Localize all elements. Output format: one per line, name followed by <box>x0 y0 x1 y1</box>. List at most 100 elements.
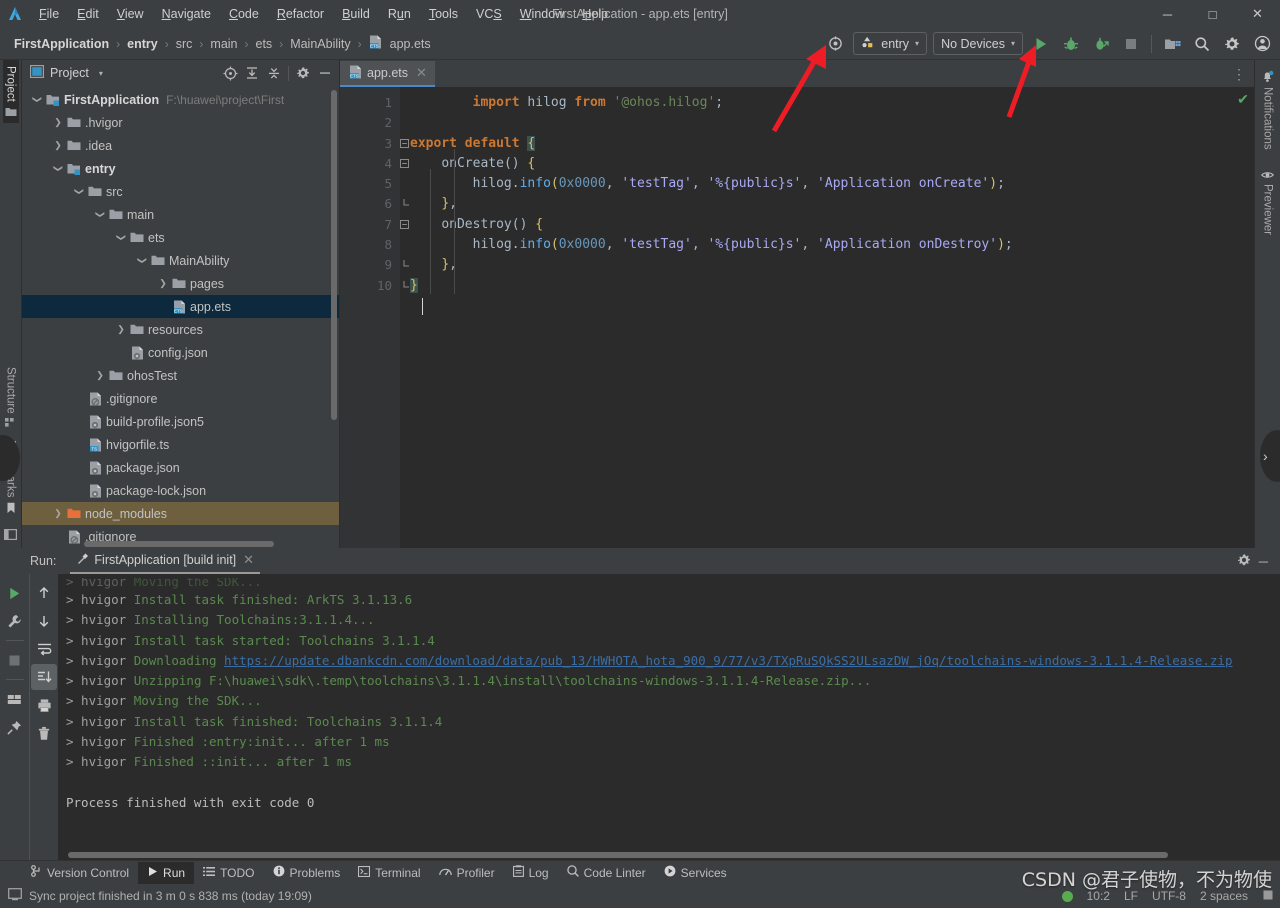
chevron-down-icon[interactable]: ❯ <box>137 254 148 268</box>
menu-item-code[interactable]: Code <box>220 4 268 24</box>
tree-item-main[interactable]: ❯ main <box>22 203 339 226</box>
lock-icon[interactable] <box>1262 889 1274 904</box>
tree-item-mainability[interactable]: ❯ MainAbility <box>22 249 339 272</box>
select-opened-file-icon[interactable] <box>220 63 240 83</box>
menu-item-vcs[interactable]: VCS <box>467 4 511 24</box>
menu-item-tools[interactable]: Tools <box>420 4 467 24</box>
tree-item-firstapplication[interactable]: ❯ FirstApplication F:\huawei\project\First <box>22 88 339 111</box>
account-icon[interactable] <box>1250 32 1274 56</box>
device-selector[interactable]: No Devices ▾ <box>933 32 1023 55</box>
chevron-down-icon[interactable]: ❯ <box>95 208 106 222</box>
inspection-gutter[interactable]: ✔ <box>1232 87 1254 548</box>
chevron-down-icon[interactable]: ▾ <box>99 69 103 78</box>
tree-item-build-profile-json5[interactable]: build-profile.json5 <box>22 410 339 433</box>
tree-item-config-json[interactable]: config.json <box>22 341 339 364</box>
tree-item--gitignore[interactable]: .gitignore <box>22 387 339 410</box>
menu-item-file[interactable]: File <box>30 4 68 24</box>
caret-position[interactable]: 10:2 <box>1087 889 1110 903</box>
menu-item-view[interactable]: View <box>108 4 153 24</box>
close-icon[interactable]: ✕ <box>243 552 254 568</box>
chevron-down-icon[interactable]: ❯ <box>74 185 85 199</box>
tree-item-ets[interactable]: ❯ ets <box>22 226 339 249</box>
tree-horizontal-scrollbar[interactable] <box>84 541 274 547</box>
breadcrumb-item-main[interactable]: main <box>206 35 241 53</box>
indent-setting[interactable]: 2 spaces <box>1200 889 1248 903</box>
expand-all-icon[interactable] <box>242 63 262 83</box>
breadcrumb-item-app-ets[interactable]: ETS app.ets <box>365 33 435 54</box>
menu-item-build[interactable]: Build <box>333 4 379 24</box>
chevron-right-icon[interactable]: ❯ <box>51 117 65 128</box>
clear-all-button[interactable] <box>31 720 57 746</box>
edit-configurations-button[interactable] <box>2 608 28 634</box>
chevron-down-icon[interactable]: ❯ <box>32 93 43 107</box>
run-icon[interactable] <box>1029 32 1053 56</box>
project-tree[interactable]: ❯ FirstApplication F:\huawei\project\First… <box>22 86 339 548</box>
project-structure-icon[interactable] <box>1160 32 1184 56</box>
toolwindow-button-code-linter[interactable]: Code Linter <box>558 862 655 884</box>
code-content[interactable]: import hilog from '@ohos.hilog'; export … <box>400 87 1232 548</box>
chevron-right-icon[interactable]: ❯ <box>51 140 65 151</box>
menu-item-edit[interactable]: Edit <box>68 4 108 24</box>
rerun-button[interactable] <box>2 580 28 606</box>
toolwindow-button-problems[interactable]: Problems <box>264 862 350 884</box>
more-icon[interactable]: ⋮ <box>1232 67 1246 81</box>
sync-icon[interactable] <box>823 32 847 56</box>
debug-icon[interactable] <box>1059 32 1083 56</box>
toolwindow-button-todo[interactable]: TODO <box>194 862 263 884</box>
toolwindow-button-version-control[interactable]: Version Control <box>22 862 138 884</box>
event-log-icon[interactable] <box>8 888 22 904</box>
file-encoding[interactable]: UTF-8 <box>1152 889 1186 903</box>
menu-item-run[interactable]: Run <box>379 4 420 24</box>
tree-item-pages[interactable]: ❯ pages <box>22 272 339 295</box>
line-separator[interactable]: LF <box>1124 889 1138 903</box>
hide-panel-icon[interactable] <box>315 63 335 83</box>
chevron-right-icon[interactable]: ❯ <box>156 278 170 289</box>
tree-item-ohostest[interactable]: ❯ ohosTest <box>22 364 339 387</box>
tree-vertical-scrollbar[interactable] <box>331 90 337 420</box>
soft-wrap-button[interactable] <box>31 636 57 662</box>
breadcrumb-item-mainability[interactable]: MainAbility <box>286 35 354 53</box>
toolwindow-button-services[interactable]: Services <box>655 862 736 884</box>
tree-item-package-lock-json[interactable]: package-lock.json <box>22 479 339 502</box>
maximize-button[interactable]: □ <box>1190 0 1235 28</box>
toolwindow-button-run[interactable]: Run <box>138 861 195 884</box>
stop-button[interactable] <box>2 647 28 673</box>
hide-panel-icon[interactable]: ─ <box>1259 554 1268 569</box>
tree-item-hvigorfile-ts[interactable]: TS hvigorfile.ts <box>22 433 339 456</box>
breadcrumb-item-ets[interactable]: ets <box>252 35 277 53</box>
run-coverage-icon[interactable] <box>1089 32 1113 56</box>
toolwindow-button-terminal[interactable]: Terminal <box>349 862 429 884</box>
chevron-right-icon[interactable]: ❯ <box>93 370 107 381</box>
menu-item-help[interactable]: Help <box>573 4 617 24</box>
menu-item-navigate[interactable]: Navigate <box>153 4 220 24</box>
search-everywhere-icon[interactable] <box>1190 32 1214 56</box>
pin-tab-button[interactable] <box>2 714 28 740</box>
tree-item--hvigor[interactable]: ❯ .hvigor <box>22 111 339 134</box>
show-all-windows-icon[interactable] <box>4 520 17 548</box>
gear-icon[interactable] <box>1237 553 1251 570</box>
gear-icon[interactable] <box>1220 32 1244 56</box>
sidebar-item-project[interactable]: Project <box>2 60 19 123</box>
print-button[interactable] <box>31 692 57 718</box>
tree-item--idea[interactable]: ❯ .idea <box>22 134 339 157</box>
editor-tab-app-ets[interactable]: ETS app.ets ✕ <box>340 61 435 87</box>
chevron-right-icon[interactable]: ❯ <box>114 324 128 335</box>
tree-item-app-ets[interactable]: ETS app.ets <box>22 295 339 318</box>
tree-item-resources[interactable]: ❯ resources <box>22 318 339 341</box>
tree-item-package-json[interactable]: package.json <box>22 456 339 479</box>
scroll-to-end-button[interactable] <box>31 664 57 690</box>
console-link[interactable]: https://update.dbankcdn.com/download/dat… <box>224 653 1232 668</box>
breadcrumb-item-src[interactable]: src <box>172 35 197 53</box>
sidebar-item-structure[interactable]: Structure <box>3 361 19 435</box>
close-button[interactable]: ✕ <box>1235 0 1280 28</box>
sidebar-item-previewer[interactable]: Previewer <box>1259 156 1276 241</box>
previous-occurrence-button[interactable] <box>31 580 57 606</box>
layout-button[interactable] <box>2 686 28 712</box>
code-editor[interactable]: 1 2 3 4 5 6 7 8 9 10 import hilog from '@ohos.hil… <box>340 87 1254 548</box>
toolwindow-button-log[interactable]: Log <box>504 862 558 884</box>
run-configuration-selector[interactable]: entry ▾ <box>853 32 928 55</box>
next-occurrence-button[interactable] <box>31 608 57 634</box>
breadcrumb-item-entry[interactable]: entry <box>123 35 162 53</box>
tree-item-node-modules[interactable]: ❯ node_modules <box>22 502 339 525</box>
chevron-down-icon[interactable]: ❯ <box>53 162 64 176</box>
